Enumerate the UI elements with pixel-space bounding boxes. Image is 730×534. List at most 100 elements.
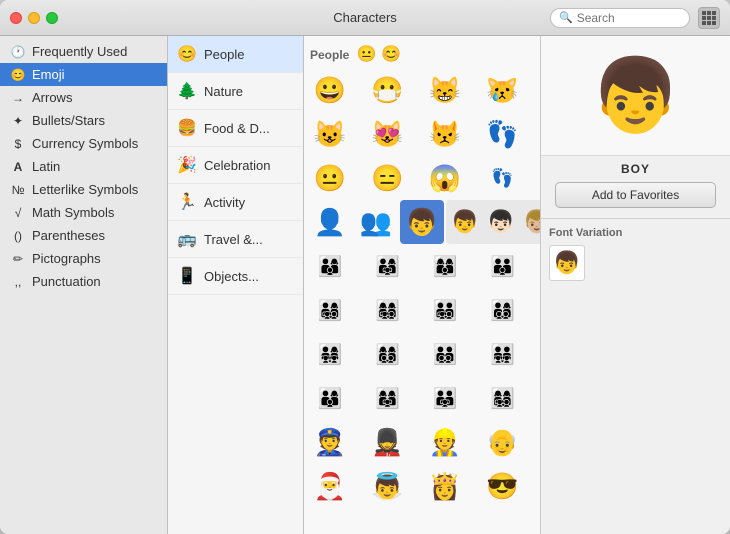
emoji-cell[interactable]: 💂 <box>366 420 410 464</box>
emoji-cell[interactable]: 👮 <box>308 420 352 464</box>
emoji-cell[interactable]: 😀 <box>308 68 352 112</box>
emoji-cell[interactable]: 👷 <box>423 420 467 464</box>
emoji-cell[interactable]: 😸 <box>423 68 467 112</box>
category-item-food[interactable]: 🍔 Food & D... <box>168 110 303 147</box>
activity-cat-icon: 🏃 <box>176 191 198 213</box>
grid-view-button[interactable] <box>698 7 720 29</box>
emoji-grid-row3: 😐 😑 😱 👣 <box>308 156 536 200</box>
punctuation-icon: ,, <box>10 275 26 289</box>
emoji-cell[interactable]: 😎 <box>481 464 525 508</box>
celebration-cat-icon: 🎉 <box>176 154 198 176</box>
titlebar: Characters 🔍 <box>0 0 730 36</box>
currency-icon: $ <box>10 137 26 151</box>
emoji-cell[interactable]: 🎅 <box>308 464 352 508</box>
emoji-cell[interactable]: 👣 <box>481 156 525 200</box>
emoji-cell[interactable]: 👤 <box>308 200 352 244</box>
objects-cat-icon: 📱 <box>176 265 198 287</box>
category-item-nature[interactable]: 🌲 Nature <box>168 73 303 110</box>
emoji-grid-uniforms: 👮 💂 👷 👴 <box>308 420 536 464</box>
skin-tone-2[interactable]: 👦🏼 <box>519 204 540 240</box>
emoji-grid-row1: 😀 😷 😸 😿 <box>308 68 536 112</box>
emoji-cell[interactable]: 😺 <box>308 112 352 156</box>
minimize-button[interactable] <box>28 12 40 24</box>
emoji-grid-more: 🎅 👼 👸 😎 <box>308 464 536 508</box>
math-icon: √ <box>10 206 26 220</box>
category-item-celebration[interactable]: 🎉 Celebration <box>168 147 303 184</box>
emoji-grid-families4: 👨‍👩‍👦 👩‍👩‍👧 👨‍👨‍👧 👩‍👩‍👧‍👦 <box>308 376 536 420</box>
font-variation-grid: 👦 <box>549 245 722 281</box>
emoji-cell[interactable]: 👨‍👨‍👦‍👦 <box>423 332 467 376</box>
emoji-cell[interactable]: 👣 <box>481 112 525 156</box>
emoji-grid-row4: 👤 👥 👦 👦 👦🏻 👦🏼 👦🏽 👦🏾 👦🏿 <box>308 200 536 244</box>
food-cat-icon: 🍔 <box>176 117 198 139</box>
emoji-cell[interactable]: 👩‍👩‍👦 <box>423 244 467 288</box>
sidebar-item-bullets[interactable]: ✦ Bullets/Stars <box>0 109 167 132</box>
emoji-grid-panel: People 😐 😊 😀 😷 😸 😿 😺 😻 😾 👣 😐 😑 <box>304 36 540 534</box>
emoji-cell[interactable]: 😿 <box>481 68 525 112</box>
header-emoji: 😐 😊 <box>357 46 401 63</box>
emoji-cell[interactable]: 👨‍👨‍👧‍👧 <box>481 332 525 376</box>
category-item-objects[interactable]: 📱 Objects... <box>168 258 303 295</box>
window-title: Characters <box>333 10 397 25</box>
add-to-favorites-button[interactable]: Add to Favorites <box>555 182 716 208</box>
emoji-cell[interactable]: 👥 <box>354 200 398 244</box>
sidebar-item-math[interactable]: √ Math Symbols <box>0 201 167 224</box>
emoji-grid-header: People 😐 😊 <box>308 40 536 68</box>
sidebar-item-emoji[interactable]: 😊 Emoji <box>0 63 167 86</box>
emoji-cell[interactable]: 👩‍👩‍👧‍👦 <box>366 288 410 332</box>
sidebar-item-punctuation[interactable]: ,, Punctuation <box>0 270 167 293</box>
emoji-cell[interactable]: 👨‍👩‍👦 <box>308 376 352 420</box>
clock-icon: 🕐 <box>10 45 26 59</box>
sidebar-item-frequently-used[interactable]: 🕐 Frequently Used <box>0 40 167 63</box>
emoji-cell[interactable]: 😾 <box>423 112 467 156</box>
emoji-cell[interactable]: 👼 <box>366 464 410 508</box>
detail-emoji-name: BOY <box>541 156 730 182</box>
skin-tone-1[interactable]: 👦🏻 <box>483 204 519 240</box>
travel-cat-icon: 🚌 <box>176 228 198 250</box>
emoji-cell-selected[interactable]: 👦 <box>400 200 444 244</box>
sidebar-item-parentheses[interactable]: () Parentheses <box>0 224 167 247</box>
content-area: 🕐 Frequently Used 😊 Emoji → Arrows ✦ Bul… <box>0 36 730 534</box>
emoji-cell[interactable]: 👨‍👩‍👧‍👧 <box>308 332 352 376</box>
sidebar-item-latin[interactable]: A Latin <box>0 155 167 178</box>
emoji-cell[interactable]: 👨‍👨‍👧 <box>423 376 467 420</box>
font-variation-cell[interactable]: 👦 <box>549 245 585 281</box>
emoji-cell[interactable]: 👨‍👨‍👦 <box>481 244 525 288</box>
category-item-people[interactable]: 😊 People <box>168 36 303 73</box>
search-input[interactable] <box>577 11 687 25</box>
emoji-cell[interactable]: 👩‍👩‍👧 <box>366 376 410 420</box>
emoji-cell[interactable]: 👨‍👩‍👦 <box>308 244 352 288</box>
sidebar-item-pictographs[interactable]: ✏ Pictographs <box>0 247 167 270</box>
toolbar-right: 🔍 <box>550 7 720 29</box>
emoji-cell[interactable]: 😱 <box>423 156 467 200</box>
sidebar-item-arrows[interactable]: → Arrows <box>0 86 167 109</box>
search-icon: 🔍 <box>559 11 573 24</box>
category-item-travel[interactable]: 🚌 Travel &... <box>168 221 303 258</box>
traffic-lights <box>10 12 58 24</box>
sidebar-item-currency[interactable]: $ Currency Symbols <box>0 132 167 155</box>
emoji-cell[interactable]: 👨‍👩‍👦‍👦 <box>481 288 525 332</box>
emoji-grid-families2: 👨‍👩‍👧‍👦 👩‍👩‍👧‍👦 👨‍👨‍👧‍👦 👨‍👩‍👦‍👦 <box>308 288 536 332</box>
emoji-cell[interactable]: 😷 <box>366 68 410 112</box>
search-box[interactable]: 🔍 <box>550 8 690 28</box>
maximize-button[interactable] <box>46 12 58 24</box>
people-cat-icon: 😊 <box>176 43 198 65</box>
category-item-activity[interactable]: 🏃 Activity <box>168 184 303 221</box>
close-button[interactable] <box>10 12 22 24</box>
emoji-cell[interactable]: 👩‍👩‍👦‍👦 <box>366 332 410 376</box>
emoji-cell[interactable]: 👨‍👨‍👧‍👦 <box>423 288 467 332</box>
emoji-cell[interactable]: 😑 <box>366 156 410 200</box>
skin-tone-default[interactable]: 👦 <box>447 204 483 240</box>
emoji-cell[interactable]: 👨‍👩‍👧‍👦 <box>308 288 352 332</box>
latin-icon: A <box>10 160 26 174</box>
emoji-grid-families1: 👨‍👩‍👦 👨‍👩‍👧 👩‍👩‍👦 👨‍👨‍👦 <box>308 244 536 288</box>
emoji-cell[interactable]: 😻 <box>366 112 410 156</box>
emoji-grid-row2: 😺 😻 😾 👣 <box>308 112 536 156</box>
sidebar-item-letterlike[interactable]: № Letterlike Symbols <box>0 178 167 201</box>
emoji-cell[interactable]: 👨‍👩‍👧 <box>366 244 410 288</box>
emoji-cell[interactable]: 👸 <box>423 464 467 508</box>
emoji-cell[interactable]: 😐 <box>308 156 352 200</box>
letterlike-icon: № <box>10 183 26 197</box>
emoji-cell[interactable]: 👩‍👩‍👧‍👦 <box>481 376 525 420</box>
emoji-cell[interactable]: 👴 <box>481 420 525 464</box>
